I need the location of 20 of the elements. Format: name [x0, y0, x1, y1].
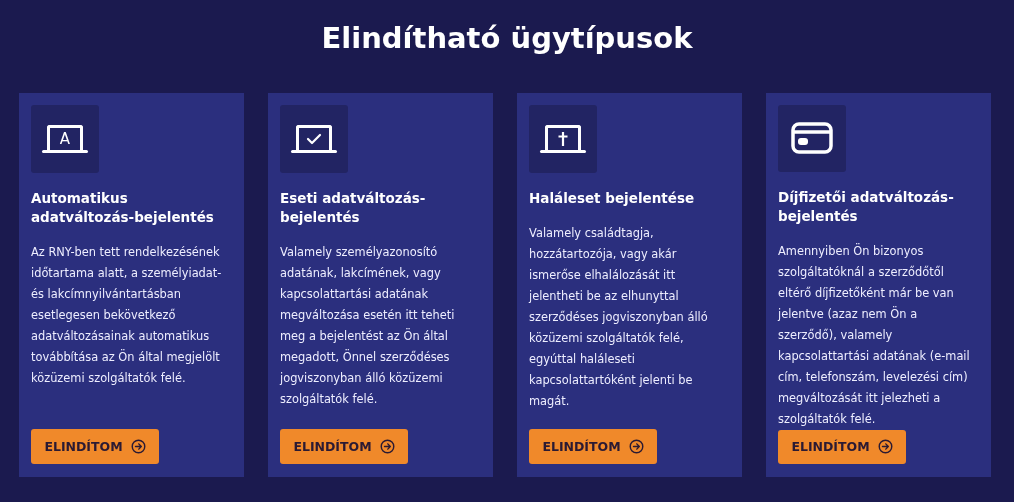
card-title: Eseti adatváltozás-bejelentés — [280, 189, 427, 227]
laptop-check-icon — [291, 125, 337, 153]
card-description: Valamely családtagja, hozzátartozója, vagy akár ismerőse elhalálozását itt jelentheti be az elhunyttal szerződéses jogviszonyban álló közüzemi szolgáltatók felé, egyúttal haláleseti kapcsolattartóként jelenti be magát. — [529, 225, 709, 410]
laptop-cross-icon — [540, 125, 586, 153]
arrow-circle-icon — [130, 439, 146, 454]
credit-card-icon — [791, 122, 833, 155]
card-description: Az RNY-ben tett rendelkezésének időtartama alatt, a személyiadat- és lakcímnyilvántartásban esetlegesen bekövetkező adatváltozásainak automatikus továbbítása az Ön által megjelölt közüzemi szolgáltatók felé. — [31, 244, 223, 387]
card-title: Díjfizetői adatváltozás-bejelentés — [778, 187, 955, 226]
arrow-circle-icon — [877, 439, 893, 455]
start-button[interactable]: ELINDÍTOM — [529, 429, 657, 464]
arrow-circle-icon — [628, 439, 644, 454]
start-button[interactable]: ELINDÍTOM — [31, 429, 159, 464]
card-description: Valamely személyazonosító adatának, lakcímének, vagy kapcsolattartási adatának megváltozása esetén itt teheti meg a bejelentést az Ön által megadott, Önnel szerződéses jogviszonyban álló közüzemi szolgáltatók felé. — [280, 244, 456, 408]
arrow-circle-icon — [379, 439, 395, 454]
start-button[interactable]: ELINDÍTOM — [280, 429, 408, 464]
card-description: Amennyiben Ön bizonyos szolgáltatóknál a szerződőtől eltérő díjfizetőként már be van jelentve (azaz nem Ön a szerződő), valamely kapcsolattartási adatának (e-mail cím, telefonszám, levelezési cím) megváltozását itt jelezheti a szolgáltatók felé. — [778, 242, 971, 428]
card-title: Haláleset bejelentése — [529, 189, 696, 208]
page-heading: Elindítható ügytípusok — [321, 20, 693, 57]
start-button[interactable]: ELINDÍTOM — [778, 429, 906, 464]
card-title: Automatikus adatváltozás-bejelentés — [31, 189, 215, 227]
